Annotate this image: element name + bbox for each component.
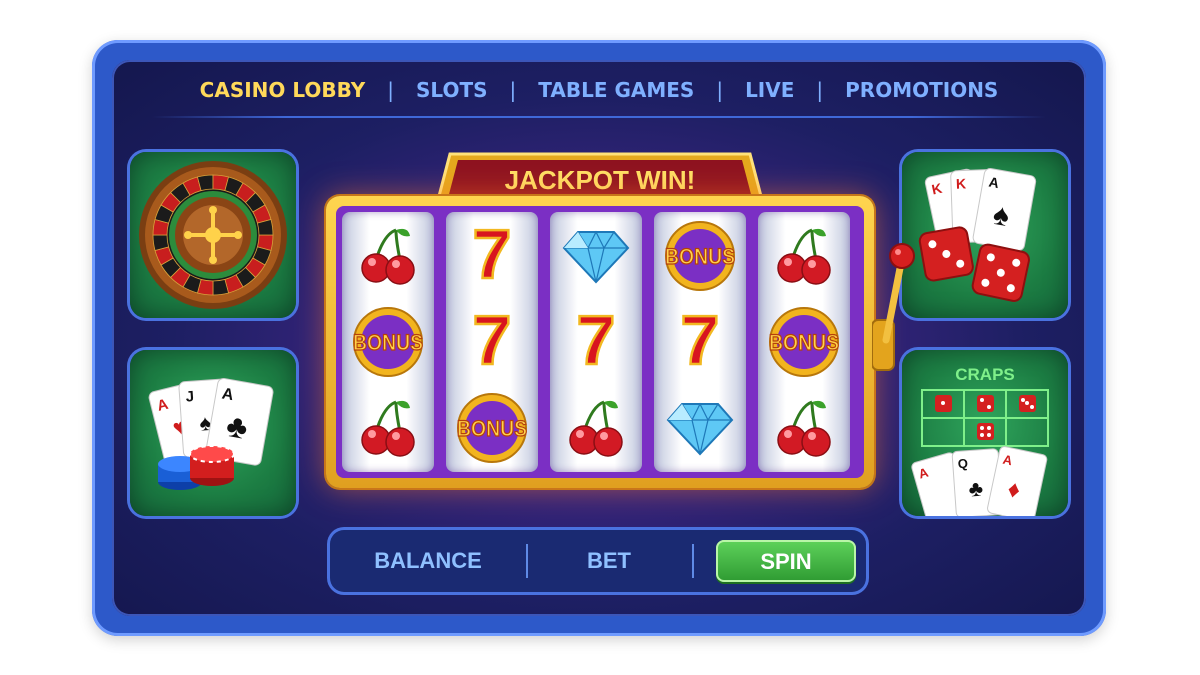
- nav-separator: |: [387, 78, 395, 102]
- diamond-icon: [562, 230, 630, 284]
- reel-5[interactable]: BONUS: [758, 212, 850, 472]
- game-tile-roulette[interactable]: [130, 152, 296, 318]
- seven-icon: 7: [679, 300, 720, 381]
- reel-symbols: 7: [562, 230, 630, 457]
- slot-machine: BONUS 7 7 BONUS 7 BONUS 7 BONUS: [326, 196, 874, 488]
- reel-4[interactable]: BONUS 7: [654, 212, 746, 472]
- diamond-icon: [666, 402, 734, 456]
- control-divider: [692, 544, 694, 578]
- cards-and-chips-icon: A ♥ J ♠ A ♣: [148, 377, 274, 490]
- top-nav: CASINO LOBBY | SLOTS | TABLE GAMES | LIV…: [112, 74, 1086, 106]
- slot-lever[interactable]: [872, 240, 932, 390]
- reel-window: BONUS 7 7 BONUS 7 BONUS 7 BONUS: [336, 206, 864, 478]
- reel-symbols: BONUS 7: [664, 221, 736, 456]
- cherry-icon: [569, 400, 623, 457]
- bet-button[interactable]: BET: [528, 530, 690, 592]
- nav-separator: |: [716, 78, 724, 102]
- jackpot-text: JACKPOT WIN!: [505, 165, 696, 195]
- seven-icon: 7: [575, 300, 616, 381]
- cherry-icon: [361, 228, 415, 285]
- svg-text:BONUS: BONUS: [769, 330, 839, 355]
- svg-text:♣: ♣: [968, 476, 984, 502]
- svg-text:7: 7: [681, 301, 720, 379]
- control-panel: BALANCE BET SPIN: [330, 530, 866, 592]
- craps-label: CRAPS: [955, 365, 1015, 384]
- card-rank: K: [956, 175, 967, 191]
- reel-symbols: BONUS: [352, 228, 424, 457]
- reel-symbols: 7 7 BONUS: [456, 214, 528, 463]
- roulette-wheel-icon: [139, 161, 287, 309]
- nav-separator: |: [509, 78, 517, 102]
- spin-button[interactable]: SPIN: [716, 540, 856, 582]
- cherry-icon: [777, 228, 831, 285]
- svg-text:7: 7: [577, 301, 616, 379]
- seven-icon: 7: [471, 214, 512, 295]
- reel-1[interactable]: BONUS: [342, 212, 434, 472]
- nav-separator: |: [816, 78, 824, 102]
- reel-symbols: BONUS: [768, 228, 840, 457]
- reel-3[interactable]: 7: [550, 212, 642, 472]
- bonus-icon: BONUS: [456, 393, 528, 463]
- game-screen: CASINO LOBBY | SLOTS | TABLE GAMES | LIV…: [112, 60, 1086, 616]
- balance-display[interactable]: BALANCE: [330, 530, 526, 592]
- reel-2[interactable]: 7 7 BONUS: [446, 212, 538, 472]
- card-rank: Q: [957, 456, 968, 472]
- nav-slots[interactable]: SLOTS: [412, 78, 491, 102]
- jackpot-banner: JACKPOT WIN!: [436, 152, 764, 202]
- bonus-icon: BONUS: [664, 221, 736, 291]
- nav-table-games[interactable]: TABLE GAMES: [534, 78, 698, 102]
- nav-promotions[interactable]: PROMOTIONS: [841, 78, 1002, 102]
- svg-text:BONUS: BONUS: [665, 244, 735, 269]
- bonus-icon: BONUS: [768, 307, 840, 377]
- cherry-icon: [361, 400, 415, 457]
- svg-text:BONUS: BONUS: [457, 416, 527, 441]
- svg-text:7: 7: [473, 301, 512, 379]
- card-rank: J: [185, 388, 195, 406]
- nav-casino-lobby[interactable]: CASINO LOBBY: [196, 78, 370, 102]
- svg-text:7: 7: [473, 215, 512, 293]
- cherry-icon: [777, 400, 831, 457]
- seven-icon: 7: [471, 300, 512, 381]
- nav-live[interactable]: LIVE: [741, 78, 798, 102]
- nav-divider: [152, 116, 1046, 118]
- bonus-icon: BONUS: [352, 307, 424, 377]
- svg-text:BONUS: BONUS: [353, 330, 423, 355]
- game-tile-blackjack[interactable]: A ♥ J ♠ A ♣: [130, 350, 296, 516]
